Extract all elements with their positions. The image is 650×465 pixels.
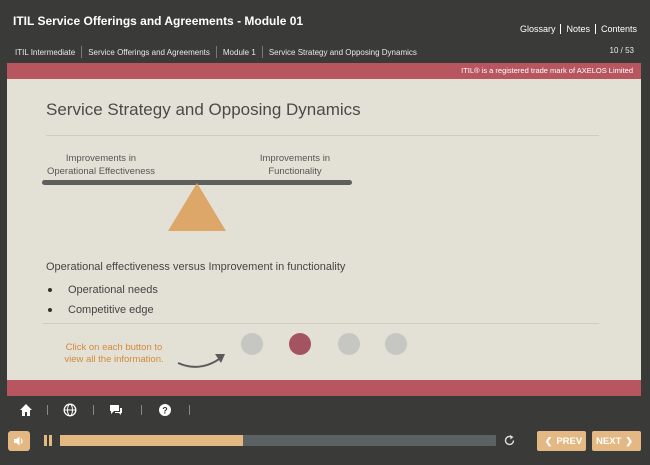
page-count: 10 / 53 xyxy=(609,46,634,55)
notes-link[interactable]: Notes xyxy=(566,24,590,34)
balance-right-label-line: Improvements in xyxy=(259,153,331,164)
bullet-icon xyxy=(48,308,52,312)
help-icon[interactable]: ? xyxy=(158,403,172,417)
chevron-left-icon: ❮ xyxy=(544,435,553,446)
balance-right-label-line: Functionality xyxy=(268,165,322,177)
divider xyxy=(594,24,596,34)
top-links: Glossary Notes Contents xyxy=(520,24,637,34)
curved-arrow-icon xyxy=(177,354,225,368)
progress-bar[interactable] xyxy=(60,435,496,446)
breadcrumb-item: Service Strategy and Opposing Dynamics xyxy=(268,47,417,57)
divider xyxy=(560,24,562,34)
hint-line: Click on each button to xyxy=(65,342,163,353)
list-item: Operational needs xyxy=(48,280,158,300)
list-item-text: Operational needs xyxy=(68,284,158,296)
volume-button[interactable] xyxy=(8,431,30,451)
balance-right-label: Improvements in Functionality xyxy=(240,153,350,178)
breadcrumb-item: ITIL Intermediate xyxy=(15,47,76,57)
pause-icon xyxy=(49,435,52,446)
glossary-link[interactable]: Glossary xyxy=(520,24,556,34)
divider xyxy=(46,135,599,136)
intro-text: Operational effectiveness versus Improve… xyxy=(46,261,346,273)
step-button-1[interactable] xyxy=(241,333,263,355)
breadcrumb-item: Module 1 xyxy=(222,47,256,57)
toolbar: ? xyxy=(0,396,650,422)
contents-link[interactable]: Contents xyxy=(601,24,637,34)
step-button-3[interactable] xyxy=(338,333,360,355)
balance-left-label-line: Improvements in xyxy=(65,153,137,164)
instruction-hint: Click on each button to view all the inf… xyxy=(59,342,169,366)
footer-bar xyxy=(7,380,641,396)
chat-icon[interactable] xyxy=(109,403,123,417)
prev-label: PREV xyxy=(556,435,583,447)
divider xyxy=(47,405,48,415)
divider xyxy=(141,405,142,415)
speaker-icon xyxy=(14,436,23,446)
breadcrumb-item: Service Offerings and Agreements xyxy=(88,47,210,57)
trademark-notice: ITIL® is a registered trade mark of AXEL… xyxy=(461,66,633,75)
step-button-2[interactable] xyxy=(289,333,311,355)
list-item: Competitive edge xyxy=(48,300,158,320)
divider xyxy=(42,323,599,324)
course-title: ITIL Service Offerings and Agreements - … xyxy=(13,14,304,28)
balance-left-label-line: Operational Effectiveness xyxy=(46,165,156,177)
hint-line: view all the information. xyxy=(64,354,164,365)
chevron-right-icon: ❯ xyxy=(625,435,633,446)
slide-content: Service Strategy and Opposing Dynamics I… xyxy=(7,79,641,380)
bullet-list: Operational needs Competitive edge xyxy=(48,280,158,320)
balance-left-label: Improvements in Operational Effectivenes… xyxy=(46,153,156,178)
next-label: NEXT xyxy=(596,435,622,447)
divider xyxy=(189,405,190,415)
page-title: Service Strategy and Opposing Dynamics xyxy=(46,100,361,119)
pause-icon xyxy=(44,435,47,446)
globe-icon[interactable] xyxy=(63,403,77,417)
pause-button[interactable] xyxy=(44,435,54,447)
bullet-icon xyxy=(48,288,52,292)
step-button-4[interactable] xyxy=(385,333,407,355)
breadcrumb: ITIL Intermediate Service Offerings and … xyxy=(13,46,423,58)
balance-fulcrum xyxy=(168,183,226,231)
list-item-text: Competitive edge xyxy=(68,304,154,316)
home-icon[interactable] xyxy=(19,403,33,417)
next-button[interactable]: NEXT ❯ xyxy=(592,431,641,451)
prev-button[interactable]: ❮ PREV xyxy=(537,431,586,451)
progress-fill xyxy=(60,435,244,446)
trademark-bar: ITIL® is a registered trade mark of AXEL… xyxy=(7,63,641,79)
media-player: ❮ PREV NEXT ❯ xyxy=(0,422,650,465)
replay-icon[interactable] xyxy=(503,434,516,447)
divider xyxy=(93,405,94,415)
svg-text:?: ? xyxy=(162,405,168,415)
top-bar: ITIL Service Offerings and Agreements - … xyxy=(0,0,650,62)
